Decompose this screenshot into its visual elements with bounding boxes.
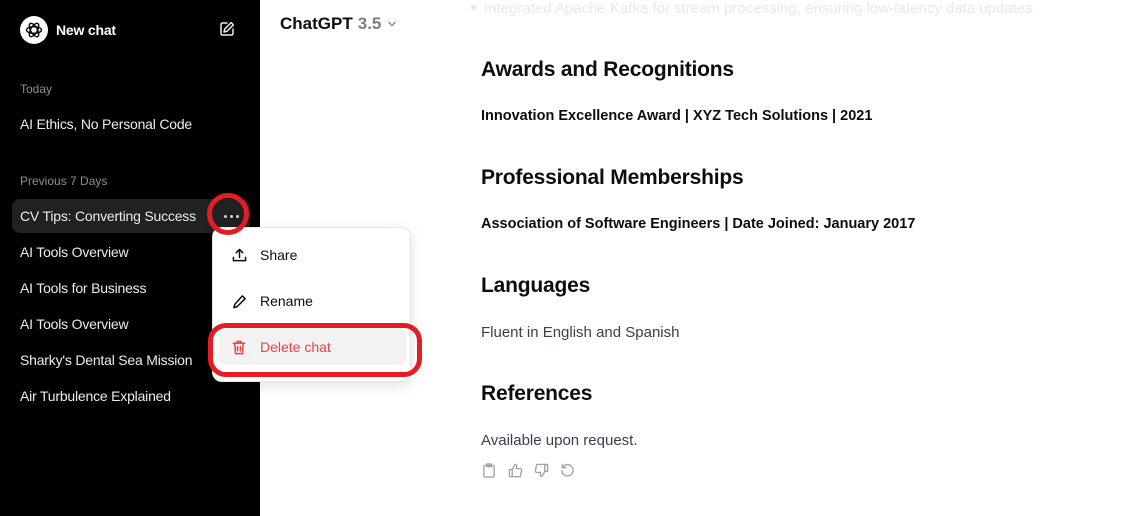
pencil-icon: [231, 293, 247, 309]
chat-item-active[interactable]: CV Tips: Converting Success: [12, 199, 250, 233]
message-actions: [481, 462, 575, 478]
chat-item-label: CV Tips: Converting Success: [20, 208, 196, 224]
model-name: ChatGPT: [280, 14, 353, 33]
new-chat-button[interactable]: New chat: [10, 12, 250, 48]
menu-item-label: Share: [260, 247, 298, 263]
chat-context-menu: Share Rename Delete chat: [212, 227, 411, 382]
section-text: Available upon request.: [481, 432, 638, 449]
chat-item-label: AI Tools for Business: [20, 280, 147, 296]
chat-item[interactable]: Air Turbulence Explained: [12, 379, 250, 413]
regenerate-icon[interactable]: [559, 462, 575, 478]
chat-item-label: AI Tools Overview: [20, 316, 129, 332]
chat-item-label: AI Ethics, No Personal Code: [20, 116, 193, 132]
trash-icon: [231, 339, 247, 355]
menu-item-delete-chat[interactable]: Delete chat: [219, 329, 406, 365]
chat-item-label: Air Turbulence Explained: [20, 388, 171, 404]
section-text: Fluent in English and Spanish: [481, 324, 680, 341]
chevron-down-icon: [388, 21, 397, 27]
section-text: Association of Software Engineers | Date…: [481, 216, 916, 232]
section-heading: Awards and Recognitions: [481, 58, 734, 81]
chat-item-label: AI Tools Overview: [20, 244, 129, 260]
ellipsis-icon: [223, 214, 239, 218]
menu-item-label: Delete chat: [260, 339, 331, 355]
group-label-previous-7-days: Previous 7 Days: [20, 174, 108, 188]
more-options-button[interactable]: [220, 206, 242, 226]
menu-item-share[interactable]: Share: [219, 237, 406, 273]
openai-logo-icon: [20, 16, 48, 44]
copy-icon[interactable]: [481, 462, 497, 478]
bullet-icon: [471, 5, 476, 10]
section-heading: References: [481, 382, 593, 405]
model-selector[interactable]: ChatGPT 3.5: [280, 14, 397, 34]
new-chat-label: New chat: [56, 22, 116, 38]
chat-item[interactable]: AI Ethics, No Personal Code: [12, 107, 250, 141]
menu-item-label: Rename: [260, 293, 313, 309]
compose-icon[interactable]: [218, 20, 238, 40]
model-version: 3.5: [357, 14, 382, 33]
section-heading: Languages: [481, 274, 591, 297]
section-heading: Professional Memberships: [481, 166, 744, 189]
menu-item-rename[interactable]: Rename: [219, 283, 406, 319]
group-label-today: Today: [20, 82, 53, 96]
thumbs-down-icon[interactable]: [533, 462, 549, 478]
chat-item-label: Sharky's Dental Sea Mission: [20, 352, 193, 368]
faded-bullet-text: Integrated Apache Kafka for stream proce…: [471, 0, 1037, 17]
thumbs-up-icon[interactable]: [507, 462, 523, 478]
share-icon: [231, 247, 247, 263]
section-text: Innovation Excellence Award | XYZ Tech S…: [481, 108, 873, 124]
